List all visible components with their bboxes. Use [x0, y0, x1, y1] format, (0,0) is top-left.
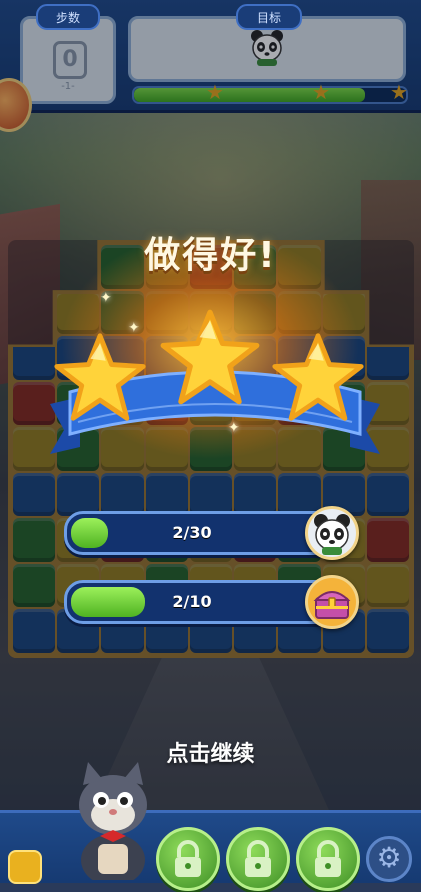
goal-bar-panda: 2/30 [64, 506, 359, 560]
result-star-2-icon [160, 309, 260, 405]
treasure-chest-icon [305, 575, 359, 629]
panda-icon [305, 506, 359, 560]
settings-gear-icon[interactable]: ⚙ [366, 836, 412, 882]
locked-booster-button[interactable] [296, 827, 360, 891]
sparkle-icon: ✦ [100, 290, 112, 306]
result-star-3-icon [272, 333, 364, 421]
cat-mascot [79, 762, 147, 880]
goal-bar-chest: 2/10 [64, 575, 359, 629]
moves-label: 步数 [36, 4, 100, 30]
goal-bar-text: 2/10 [172, 592, 212, 611]
lock-icon [315, 840, 341, 877]
result-title: 做得好! [144, 235, 277, 276]
goal-label: 目标 [236, 4, 302, 30]
locked-booster-button[interactable] [226, 827, 290, 891]
result-star-1-icon [54, 333, 146, 421]
booster-shop-button[interactable] [8, 850, 42, 884]
lock-icon [245, 840, 271, 877]
goal-bar-text: 2/30 [172, 523, 212, 542]
